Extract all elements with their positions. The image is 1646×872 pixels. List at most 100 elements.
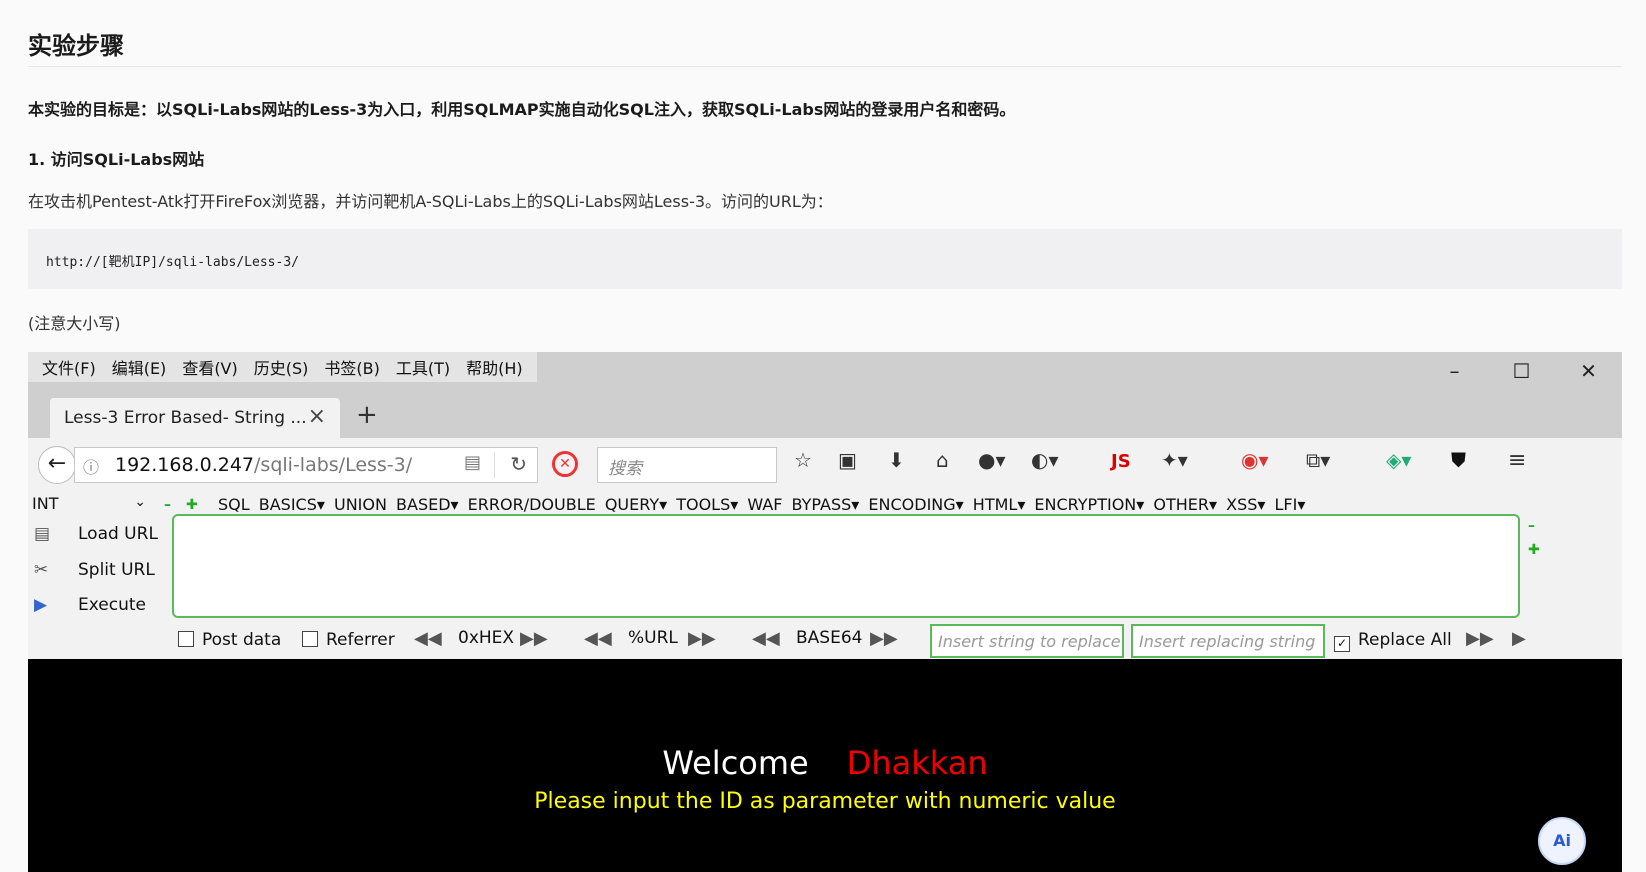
replacing-input[interactable]: Insert replacing string — [1131, 624, 1325, 658]
chevron-down-icon: ⌄ — [134, 494, 146, 510]
injection-type-select[interactable]: INT ⌄ — [32, 494, 148, 518]
menu-history[interactable]: 历史(S) — [254, 355, 309, 379]
post-data-label: Post data — [202, 630, 282, 650]
replace-all-checkbox[interactable]: ✓ Replace All — [1334, 630, 1452, 652]
execute-label: Execute — [78, 595, 146, 615]
reading-list-icon[interactable]: ▣ — [838, 448, 857, 472]
url-bar[interactable]: ⓘ 192.168.0.247/sqli-labs/Less-3/ ▤ ↻ — [74, 447, 538, 483]
hamburger-menu-icon[interactable]: ≡ — [1508, 448, 1526, 473]
menu-tools[interactable]: 工具(T) — [396, 355, 450, 379]
note-text: (注意大小写) — [28, 314, 121, 333]
prompt-text: Please input the ID as parameter with nu… — [534, 789, 1116, 814]
devices-icon[interactable]: ⧉▾ — [1306, 448, 1330, 472]
download-icon[interactable]: ⬇ — [888, 448, 905, 472]
menu-help[interactable]: 帮助(H) — [466, 355, 523, 379]
hex-label: 0xHEX — [458, 628, 515, 648]
referrer-checkbox[interactable]: Referrer — [302, 630, 395, 650]
hackbar-options: Post data Referrer ◀◀ 0xHEX ▶▶ ◀◀ %URL ▶… — [28, 622, 1622, 662]
menu-bookmarks[interactable]: 书签(B) — [324, 355, 379, 379]
hex-decode-arrow-icon[interactable]: ◀◀ — [414, 628, 442, 649]
welcome-line: Welcome Dhakkan — [28, 744, 1622, 782]
referrer-label: Referrer — [326, 630, 395, 650]
url-label: %URL — [628, 628, 678, 648]
web-page-content: Welcome Dhakkan Please input the ID as pa… — [28, 659, 1622, 872]
hackbar-menu[interactable]: SQL BASICS▾ UNION BASED▾ ERROR/DOUBLE QU… — [218, 495, 1305, 514]
js-icon[interactable]: JS — [1111, 451, 1131, 472]
plus-icon[interactable]: ✚ — [186, 497, 198, 513]
translate-icon[interactable]: ◈▾ — [1386, 448, 1411, 472]
step-description: 在攻击机Pentest-Atk打开FireFox浏览器，并访问靶机A-SQLi-… — [28, 192, 833, 211]
step-title: 1. 访问SQLi-Labs网站 — [28, 150, 205, 169]
replace-arrow-icon[interactable]: ▶▶ — [1466, 628, 1494, 649]
divider — [28, 66, 1622, 67]
url-separator — [494, 452, 495, 478]
load-icon: ▤ — [34, 524, 51, 544]
maximize-icon[interactable]: ☐ — [1488, 352, 1555, 390]
replace-input[interactable]: Insert string to replace — [930, 624, 1124, 658]
url-textarea[interactable] — [172, 514, 1520, 618]
menu-items: 文件(F) 编辑(E) 查看(V) 历史(S) 书签(B) 工具(T) 帮助(H… — [28, 352, 537, 382]
load-url-label: Load URL — [78, 524, 158, 544]
more-arrow-icon[interactable]: ▶ — [1512, 628, 1526, 649]
minus-icon[interactable]: – — [164, 497, 171, 513]
base64-label: BASE64 — [796, 628, 863, 648]
replace-all-label: Replace All — [1358, 630, 1452, 650]
select-value: INT — [32, 494, 59, 513]
palette-icon[interactable]: ◐▾ — [1031, 448, 1059, 472]
home-icon[interactable]: ⌂ — [936, 448, 949, 472]
new-tab-icon[interactable]: + — [356, 400, 378, 430]
tab-strip: Less-3 Error Based- String ... × + — [28, 390, 1622, 438]
minimize-icon[interactable]: – — [1421, 352, 1488, 390]
hex-encode-arrow-icon[interactable]: ▶▶ — [520, 628, 548, 649]
reload-icon[interactable]: ↻ — [510, 452, 527, 476]
close-icon[interactable]: ✕ — [1555, 352, 1622, 390]
tab-less3[interactable]: Less-3 Error Based- String ... × — [50, 398, 340, 438]
menu-view[interactable]: 查看(V) — [182, 355, 237, 379]
menu-bar: 文件(F) 编辑(E) 查看(V) 历史(S) 书签(B) 工具(T) 帮助(H… — [28, 352, 1622, 390]
goal-text: 本实验的目标是：以SQLi-Labs网站的Less-3为入口，利用SQLMAP实… — [28, 100, 1016, 119]
addon-globe-icon[interactable]: ●▾ — [978, 448, 1006, 472]
base64-decode-arrow-icon[interactable]: ◀◀ — [752, 628, 780, 649]
window-controls: – ☐ ✕ — [1421, 352, 1622, 390]
search-placeholder: 搜索 — [608, 459, 642, 479]
section-heading: 实验步骤 — [28, 32, 124, 60]
url-host: 192.168.0.247 — [115, 454, 255, 476]
play-icon: ▶ — [34, 595, 48, 615]
scissors-icon: ✂ — [34, 560, 49, 580]
checkbox-box — [178, 631, 194, 647]
shield-icon[interactable]: ⛊ — [1451, 448, 1466, 472]
base64-encode-arrow-icon[interactable]: ▶▶ — [870, 628, 898, 649]
url-decode-arrow-icon[interactable]: ◀◀ — [584, 628, 612, 649]
info-icon[interactable]: ⓘ — [83, 454, 99, 478]
page-action-icon[interactable]: ▤ — [464, 452, 481, 473]
post-data-checkbox[interactable]: Post data — [178, 630, 281, 650]
block-icon[interactable]: ✕ — [552, 451, 578, 477]
split-url-button[interactable]: ✂ Split URL — [34, 560, 155, 580]
url-path: /sqli-labs/Less-3/ — [254, 454, 413, 476]
menu-edit[interactable]: 编辑(E) — [112, 355, 167, 379]
url-text: 192.168.0.247/sqli-labs/Less-3/ — [115, 454, 412, 476]
browser-screenshot: 文件(F) 编辑(E) 查看(V) 历史(S) 书签(B) 工具(T) 帮助(H… — [28, 352, 1622, 872]
code-block: http://[靶机IP]/sqli-labs/Less-3/ — [28, 229, 1622, 289]
welcome-name: Dhakkan — [846, 744, 988, 782]
back-icon[interactable]: ← — [38, 446, 76, 484]
checkbox-checked-icon: ✓ — [1334, 636, 1350, 652]
addon-icon[interactable]: ✦▾ — [1161, 448, 1188, 472]
tab-title: Less-3 Error Based- String ... — [64, 408, 307, 428]
load-url-button[interactable]: ▤ Load URL — [34, 524, 158, 544]
navigation-bar: ← ⓘ 192.168.0.247/sqli-labs/Less-3/ ▤ ↻ … — [28, 438, 1622, 490]
hackbar-icon[interactable]: ◉▾ — [1241, 448, 1269, 472]
execute-button[interactable]: ▶ Execute — [34, 595, 146, 615]
welcome-text: Welcome — [662, 744, 809, 782]
ai-assistant-button[interactable]: Ai — [1538, 817, 1586, 865]
checkbox-box — [302, 631, 318, 647]
bookmark-star-icon[interactable]: ☆ — [794, 448, 812, 472]
code-text: http://[靶机IP]/sqli-labs/Less-3/ — [46, 255, 299, 270]
expand-icon[interactable]: ✚ — [1528, 542, 1540, 558]
menu-file[interactable]: 文件(F) — [42, 355, 96, 379]
tab-close-icon[interactable]: × — [308, 404, 326, 429]
split-url-label: Split URL — [78, 560, 155, 580]
url-encode-arrow-icon[interactable]: ▶▶ — [688, 628, 716, 649]
shrink-icon[interactable]: – — [1528, 518, 1535, 534]
search-box[interactable]: 搜索 — [597, 447, 777, 483]
